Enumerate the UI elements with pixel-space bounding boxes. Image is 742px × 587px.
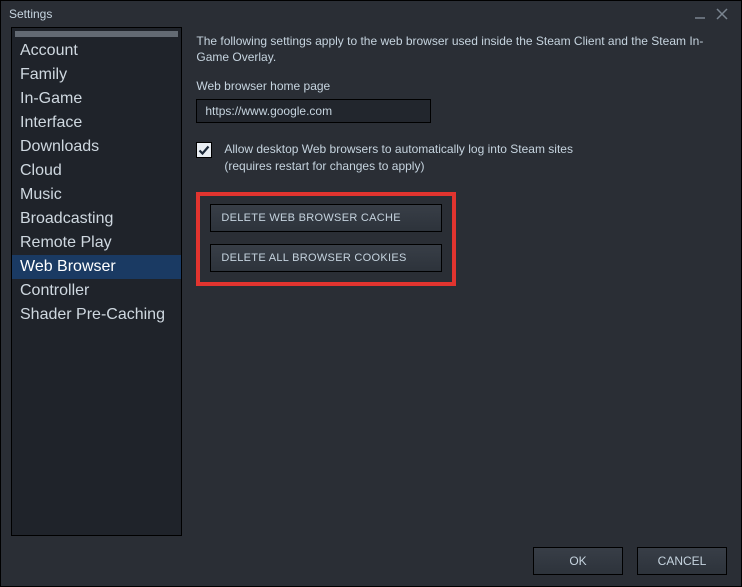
sidebar-item-account[interactable]: Account [12, 39, 181, 63]
button-label: DELETE ALL BROWSER COOKIES [221, 252, 406, 264]
sidebar-item-label: Controller [20, 282, 89, 299]
settings-window: Settings Account Family In-Game Interfac… [0, 0, 742, 587]
home-page-label: Web browser home page [196, 79, 725, 93]
dialog-footer: OK CANCEL [1, 536, 741, 586]
sidebar-item-cloud[interactable]: Cloud [12, 159, 181, 183]
button-label: DELETE WEB BROWSER CACHE [221, 212, 401, 224]
sidebar-item-shader-pre-caching[interactable]: Shader Pre-Caching [12, 303, 181, 327]
sidebar-item-label: Interface [20, 114, 82, 131]
content-panel: The following settings apply to the web … [182, 27, 731, 536]
window-title: Settings [9, 7, 52, 21]
sidebar-item-controller[interactable]: Controller [12, 279, 181, 303]
minimize-button[interactable] [689, 3, 711, 25]
sidebar-item-family[interactable]: Family [12, 63, 181, 87]
auto-login-line1: Allow desktop Web browsers to automatica… [224, 141, 573, 157]
auto-login-text: Allow desktop Web browsers to automatica… [224, 141, 573, 173]
button-label: OK [569, 554, 586, 568]
sidebar-item-web-browser[interactable]: Web Browser [12, 255, 181, 279]
sidebar-item-music[interactable]: Music [12, 183, 181, 207]
panel-description: The following settings apply to the web … [196, 33, 725, 65]
cancel-button[interactable]: CANCEL [637, 547, 727, 575]
delete-cache-button[interactable]: DELETE WEB BROWSER CACHE [210, 204, 442, 232]
sidebar-item-label: Cloud [20, 162, 62, 179]
sidebar-item-label: Downloads [20, 138, 99, 155]
sidebar-items: Account Family In-Game Interface Downloa… [12, 37, 181, 327]
sidebar-item-label: Broadcasting [20, 210, 113, 227]
sidebar-item-label: Music [20, 186, 62, 203]
sidebar-item-interface[interactable]: Interface [12, 111, 181, 135]
button-label: CANCEL [658, 554, 707, 568]
sidebar-item-downloads[interactable]: Downloads [12, 135, 181, 159]
sidebar-item-remote-play[interactable]: Remote Play [12, 231, 181, 255]
highlight-box: DELETE WEB BROWSER CACHE DELETE ALL BROW… [196, 192, 456, 286]
ok-button[interactable]: OK [533, 547, 623, 575]
sidebar-item-label: Remote Play [20, 234, 112, 251]
auto-login-line2: (requires restart for changes to apply) [224, 158, 573, 174]
delete-cookies-button[interactable]: DELETE ALL BROWSER COOKIES [210, 244, 442, 272]
close-button[interactable] [711, 3, 733, 25]
sidebar-item-label: In-Game [20, 90, 82, 107]
titlebar: Settings [1, 1, 741, 27]
settings-sidebar: Account Family In-Game Interface Downloa… [11, 27, 182, 536]
sidebar-item-broadcasting[interactable]: Broadcasting [12, 207, 181, 231]
home-page-input[interactable] [196, 99, 431, 123]
auto-login-row: Allow desktop Web browsers to automatica… [196, 141, 725, 173]
auto-login-checkbox[interactable] [196, 142, 212, 158]
main-area: Account Family In-Game Interface Downloa… [1, 27, 741, 536]
sidebar-item-label: Account [20, 42, 78, 59]
sidebar-item-label: Shader Pre-Caching [20, 306, 165, 323]
sidebar-item-label: Family [20, 66, 67, 83]
sidebar-item-in-game[interactable]: In-Game [12, 87, 181, 111]
sidebar-item-label: Web Browser [20, 258, 116, 275]
check-icon [198, 144, 210, 156]
